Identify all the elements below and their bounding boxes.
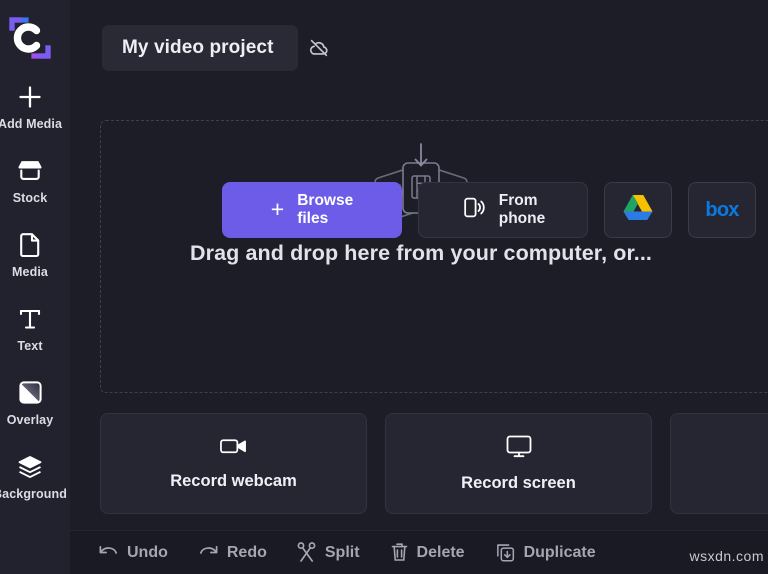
import-sources-row: + Browse files From phone box <box>222 182 768 238</box>
editor-toolbar: Undo Redo Split Delete Duplicate <box>70 530 768 574</box>
redo-button[interactable]: Redo <box>198 544 267 562</box>
duplicate-label: Duplicate <box>523 543 596 561</box>
sidebar-label-add-media: Add Media <box>0 116 63 131</box>
monitor-icon <box>506 435 532 458</box>
text-icon <box>17 306 43 332</box>
box-icon: box <box>705 198 739 221</box>
browse-files-button[interactable]: + Browse files <box>222 182 402 238</box>
redo-icon <box>198 544 219 562</box>
undo-icon <box>98 544 119 562</box>
redo-label: Redo <box>226 543 267 561</box>
left-sidebar: Add Media Stock Media Text Overlay Backg… <box>0 0 70 574</box>
google-drive-button[interactable] <box>604 182 672 238</box>
duplicate-icon <box>495 542 516 563</box>
sidebar-label-stock: Stock <box>12 190 48 205</box>
scissors-icon <box>297 542 317 563</box>
browse-files-label: Browse files <box>297 192 353 229</box>
record-options-row: Record webcam Record screen <box>100 413 768 514</box>
undo-label: Undo <box>127 543 168 561</box>
browse-files-line1: Browse <box>297 191 354 209</box>
sidebar-item-stock[interactable]: Stock <box>0 144 70 218</box>
record-webcam-label: Record webcam <box>170 472 297 490</box>
phone-wave-icon <box>461 195 486 225</box>
project-title-row: My video project <box>102 25 330 71</box>
split-button[interactable]: Split <box>297 542 360 563</box>
duplicate-button[interactable]: Duplicate <box>495 542 596 563</box>
plus-icon: + <box>270 195 285 222</box>
split-label: Split <box>324 543 360 561</box>
layers-icon <box>17 454 43 480</box>
dropzone-prompt: Drag and drop here from your computer, o… <box>190 241 652 265</box>
record-webcam-card[interactable]: Record webcam <box>100 413 367 514</box>
record-screen-card[interactable]: Record screen <box>385 413 652 514</box>
box-button[interactable]: box <box>688 182 756 238</box>
from-phone-line2: phone <box>498 210 546 227</box>
clipchamp-editor-window: My video project Drag and drop here from… <box>0 0 768 574</box>
media-file-icon <box>17 232 43 258</box>
sidebar-item-media[interactable]: Media <box>0 218 70 292</box>
from-phone-button[interactable]: From phone <box>418 182 588 238</box>
ai-video-card[interactable]: AI v <box>670 413 768 514</box>
sidebar-label-media: Media <box>12 264 48 279</box>
cloud-sync-off-icon[interactable] <box>308 37 330 59</box>
video-camera-icon <box>220 436 247 456</box>
google-drive-icon <box>622 193 654 227</box>
sidebar-item-text[interactable]: Text <box>0 292 70 366</box>
sidebar-item-overlay[interactable]: Overlay <box>0 366 70 440</box>
from-phone-label: From phone <box>499 192 546 229</box>
delete-button[interactable]: Delete <box>390 542 465 563</box>
main-panel: My video project Drag and drop here from… <box>70 0 768 574</box>
plus-icon <box>17 84 43 110</box>
browse-files-line2: files <box>297 210 329 227</box>
delete-label: Delete <box>416 543 465 561</box>
clipchamp-logo[interactable] <box>0 6 62 70</box>
sidebar-label-background: Background <box>0 486 67 501</box>
from-phone-line1: From <box>498 191 538 209</box>
stock-icon <box>17 158 43 184</box>
sidebar-item-add-media[interactable]: Add Media <box>0 70 70 144</box>
media-dropzone[interactable]: Drag and drop here from your computer, o… <box>100 120 768 393</box>
project-title-input[interactable]: My video project <box>102 25 298 71</box>
sidebar-item-background[interactable]: Background <box>0 440 70 514</box>
undo-button[interactable]: Undo <box>98 544 168 562</box>
overlay-icon <box>17 380 43 406</box>
record-screen-label: Record screen <box>461 473 576 492</box>
sidebar-label-overlay: Overlay <box>6 412 54 427</box>
sidebar-label-text: Text <box>17 338 43 353</box>
trash-icon <box>390 542 409 563</box>
